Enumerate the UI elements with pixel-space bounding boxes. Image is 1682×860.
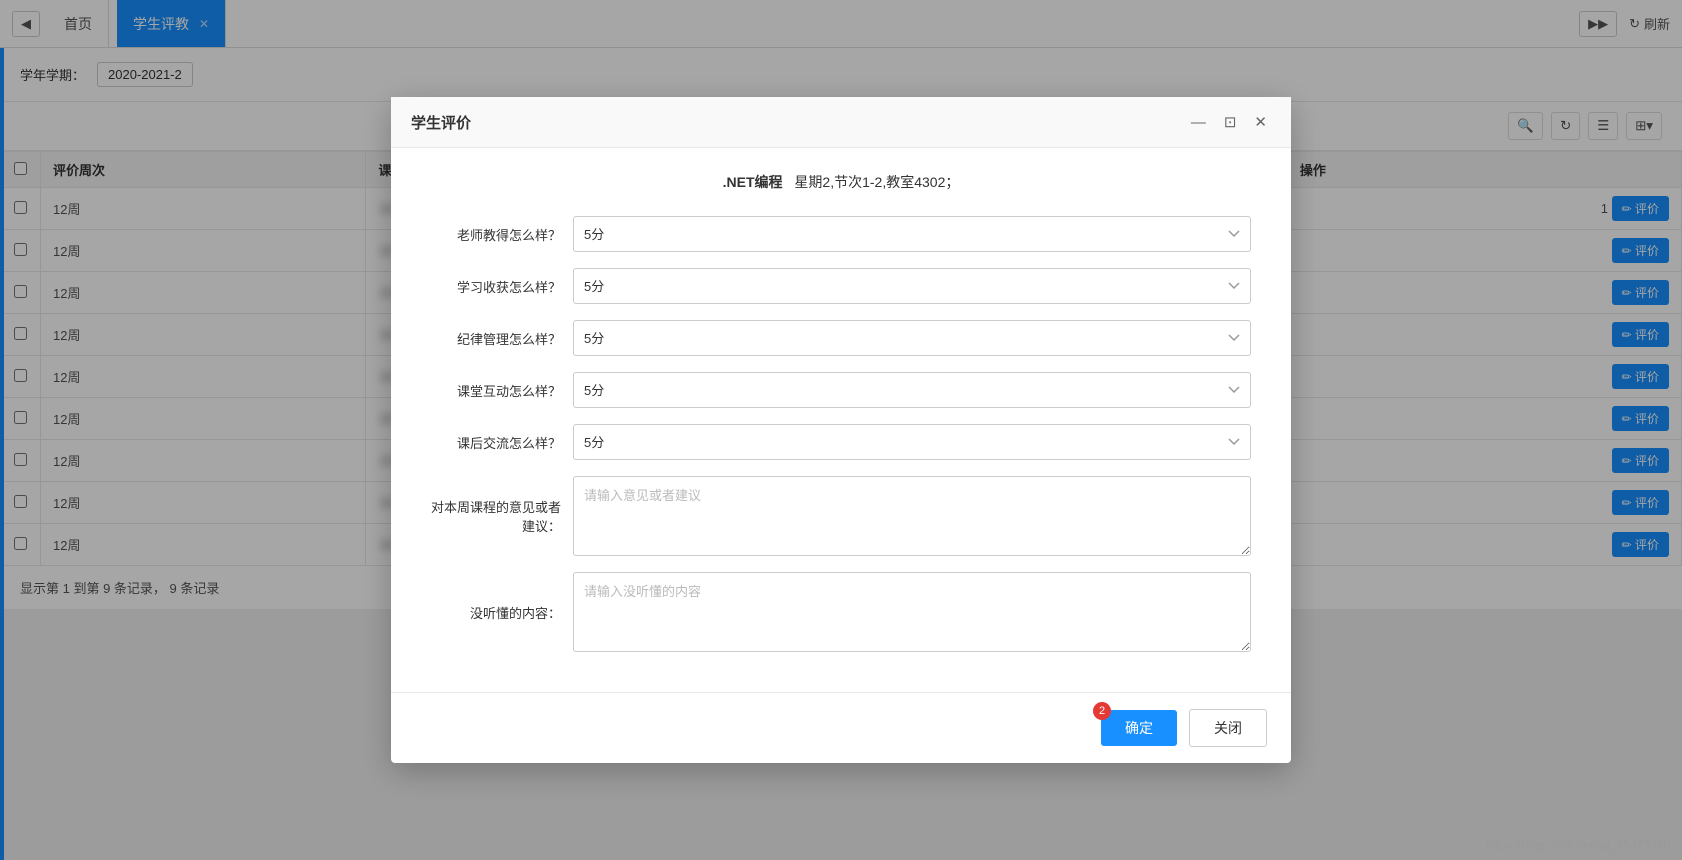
modal: 学生评价 — ⊡ ✕ .NET编程 星期2,节次1-2,教室4302； 老师教得… xyxy=(391,97,1291,763)
label-afterclass-rating: 课后交流怎么样？ xyxy=(431,433,561,452)
modal-course-info: .NET编程 星期2,节次1-2,教室4302； xyxy=(431,172,1251,192)
textarea-suggestions[interactable] xyxy=(573,476,1251,556)
course-name: .NET编程 xyxy=(723,174,783,190)
label-learning-rating: 学习收获怎么样？ xyxy=(431,277,561,296)
modal-minimize-btn[interactable]: — xyxy=(1187,112,1210,133)
label-discipline-rating: 纪律管理怎么样？ xyxy=(431,329,561,348)
select-interaction-rating[interactable]: 1分2分3分4分5分 xyxy=(573,372,1251,408)
course-detail: 星期2,节次1-2,教室4302； xyxy=(794,174,959,190)
form-row-not-understood: 没听懂的内容： xyxy=(431,572,1251,652)
label-not-understood: 没听懂的内容： xyxy=(431,603,561,622)
select-discipline-rating[interactable]: 1分2分3分4分5分 xyxy=(573,320,1251,356)
form-row-afterclass-rating: 课后交流怎么样？ 1分2分3分4分5分 xyxy=(431,424,1251,460)
label-suggestions: 对本周课程的意见或者建议： xyxy=(431,497,561,535)
close-modal-button[interactable]: 关闭 xyxy=(1189,709,1267,747)
form-row-teacher-rating: 老师教得怎么样？ 1分2分3分4分5分 xyxy=(431,216,1251,252)
modal-title: 学生评价 xyxy=(411,112,1187,133)
modal-maximize-btn[interactable]: ⊡ xyxy=(1220,111,1241,133)
form-row-learning-rating: 学习收获怎么样？ 1分2分3分4分5分 xyxy=(431,268,1251,304)
modal-body: .NET编程 星期2,节次1-2,教室4302； 老师教得怎么样？ 1分2分3分4… xyxy=(391,148,1291,692)
select-learning-rating[interactable]: 1分2分3分4分5分 xyxy=(573,268,1251,304)
modal-overlay: 学生评价 — ⊡ ✕ .NET编程 星期2,节次1-2,教室4302； 老师教得… xyxy=(0,0,1682,860)
watermark: https://blog.csdn.net/qq_45473330 xyxy=(1486,838,1670,852)
confirm-wrapper: 2 确定 xyxy=(1101,710,1177,746)
label-teacher-rating: 老师教得怎么样？ xyxy=(431,225,561,244)
form-row-interaction-rating: 课堂互动怎么样？ 1分2分3分4分5分 xyxy=(431,372,1251,408)
modal-header-icons: — ⊡ ✕ xyxy=(1187,111,1271,133)
modal-footer: 2 确定 关闭 xyxy=(391,692,1291,763)
select-afterclass-rating[interactable]: 1分2分3分4分5分 xyxy=(573,424,1251,460)
textarea-not-understood[interactable] xyxy=(573,572,1251,652)
form-row-suggestions: 对本周课程的意见或者建议： xyxy=(431,476,1251,556)
modal-header: 学生评价 — ⊡ ✕ xyxy=(391,97,1291,148)
confirm-badge: 2 xyxy=(1093,702,1111,720)
select-teacher-rating[interactable]: 1分2分3分4分5分 xyxy=(573,216,1251,252)
form-row-discipline-rating: 纪律管理怎么样？ 1分2分3分4分5分 xyxy=(431,320,1251,356)
modal-close-icon-btn[interactable]: ✕ xyxy=(1250,111,1271,133)
confirm-button[interactable]: 确定 xyxy=(1101,710,1177,746)
label-interaction-rating: 课堂互动怎么样？ xyxy=(431,381,561,400)
